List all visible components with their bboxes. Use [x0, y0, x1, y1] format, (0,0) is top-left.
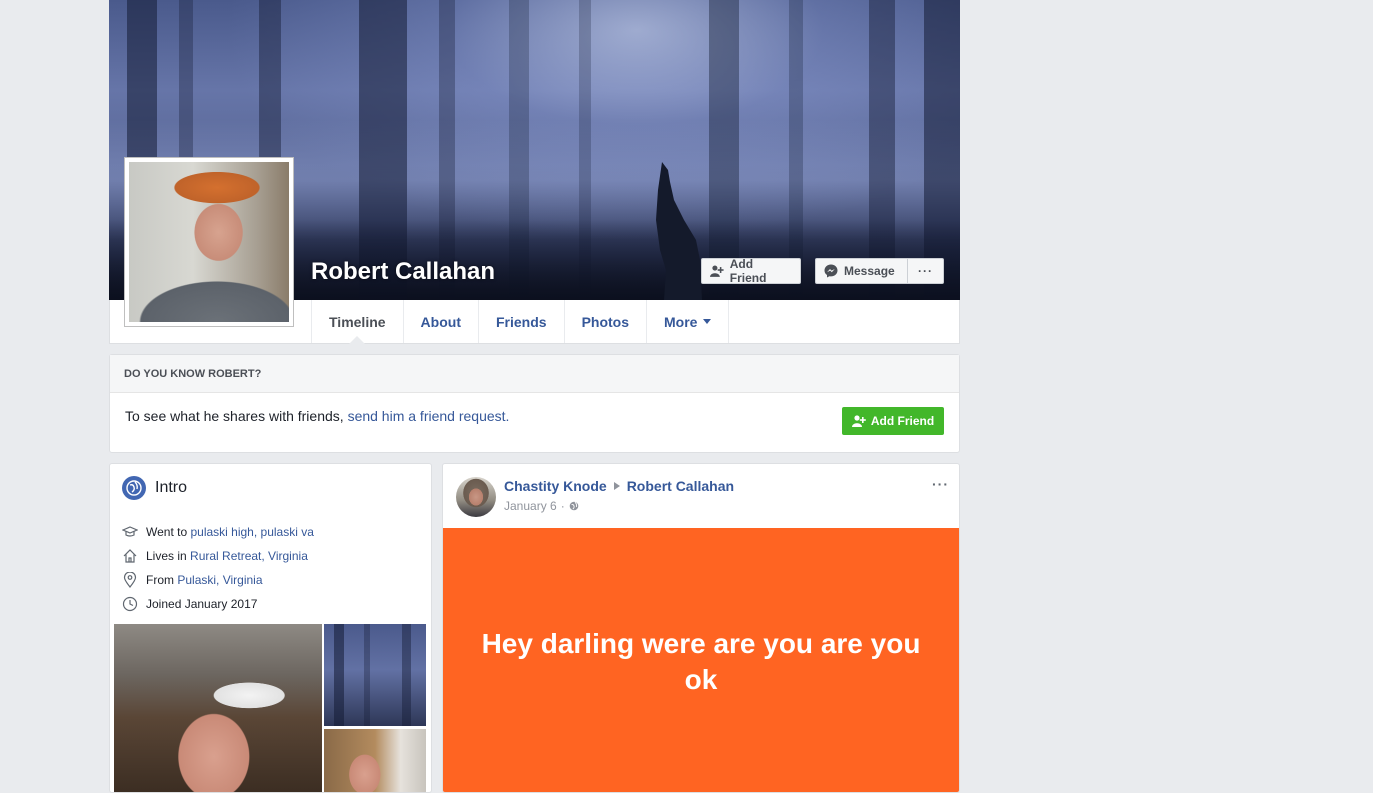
intro-lives-in: Lives in Rural Retreat, Virginia — [122, 544, 314, 568]
post-target-link[interactable]: Robert Callahan — [627, 478, 734, 494]
graduation-cap-icon — [122, 524, 138, 540]
do-you-know-message: To see what he shares with friends, — [125, 408, 344, 424]
do-you-know-text: To see what he shares with friends, send… — [125, 408, 509, 424]
tab-about[interactable]: About — [404, 300, 479, 343]
photo-thumbnail[interactable] — [324, 624, 426, 726]
post-author-link[interactable]: Chastity Knode — [504, 478, 607, 494]
add-friend-icon — [710, 265, 724, 277]
hometown-link[interactable]: Pulaski, Virginia — [177, 573, 262, 587]
tab-friends[interactable]: Friends — [479, 300, 565, 343]
photo-thumbnail[interactable] — [324, 729, 426, 792]
tab-label: About — [420, 313, 461, 330]
add-friend-button[interactable]: Add Friend — [701, 257, 801, 285]
add-friend-label: Add Friend — [870, 414, 935, 428]
post-meta: January 6 · — [504, 499, 579, 513]
arrow-right-icon — [613, 482, 620, 490]
more-options-button[interactable]: ··· — [907, 258, 944, 284]
tab-label: More — [664, 313, 698, 330]
intro-heading: Intro — [122, 476, 187, 500]
intro-card: Intro Went to pulaski high, pulaski va L… — [109, 463, 432, 793]
message-button[interactable]: Message — [815, 258, 908, 284]
timeline-post: Chastity Knode Robert Callahan January 6… — [442, 463, 960, 793]
intro-from: From Pulaski, Virginia — [122, 568, 314, 592]
location-pin-icon — [122, 572, 138, 588]
tab-label: Photos — [581, 313, 630, 330]
do-you-know-heading: DO YOU KNOW ROBERT? — [110, 355, 959, 393]
intro-education: Went to pulaski high, pulaski va — [122, 520, 314, 544]
intro-prefix: Went to — [146, 525, 188, 539]
add-friend-green-button[interactable]: Add Friend — [842, 407, 944, 435]
post-header: Chastity Knode Robert Callahan — [504, 478, 734, 494]
home-icon — [122, 548, 138, 564]
globe-icon — [569, 501, 579, 511]
photo-thumbnail[interactable] — [114, 624, 322, 792]
tab-label: Timeline — [329, 313, 386, 330]
do-you-know-box: DO YOU KNOW ROBERT? To see what he share… — [109, 354, 960, 453]
post-options-icon[interactable]: ··· — [932, 476, 949, 492]
post-text-background: Hey darling were are you are you ok — [443, 528, 959, 792]
joined-text: Joined January 2017 — [146, 597, 258, 611]
add-friend-label: Add Friend — [729, 257, 767, 285]
meta-separator: · — [560, 499, 565, 513]
school-link[interactable]: pulaski high, pulaski va — [190, 525, 313, 539]
more-dots-icon: ··· — [918, 264, 933, 278]
intro-title: Intro — [155, 479, 188, 496]
tab-more[interactable]: More — [647, 300, 730, 343]
intro-list: Went to pulaski high, pulaski va Lives i… — [122, 520, 314, 616]
profile-name[interactable]: Robert Callahan — [311, 258, 495, 286]
post-timestamp[interactable]: January 6 — [504, 499, 557, 513]
intro-prefix: Lives in — [146, 549, 187, 563]
add-friend-icon — [851, 415, 866, 427]
current-city-link[interactable]: Rural Retreat, Virginia — [190, 549, 308, 563]
tab-label: Friends — [495, 313, 547, 330]
clock-icon — [122, 596, 138, 612]
messenger-icon — [824, 264, 838, 278]
send-friend-request-link[interactable]: send him a friend request. — [348, 408, 510, 424]
intro-prefix: From — [146, 573, 174, 587]
globe-icon — [122, 476, 146, 500]
avatar[interactable] — [456, 477, 496, 517]
message-label: Message — [844, 264, 895, 278]
tab-timeline[interactable]: Timeline — [312, 300, 404, 344]
tab-photos[interactable]: Photos — [565, 300, 648, 343]
post-text: Hey darling were are you are you ok — [481, 628, 921, 695]
profile-picture[interactable] — [124, 157, 294, 327]
caret-down-icon — [703, 319, 712, 324]
avatar — [129, 162, 289, 322]
intro-joined: Joined January 2017 — [122, 592, 314, 616]
